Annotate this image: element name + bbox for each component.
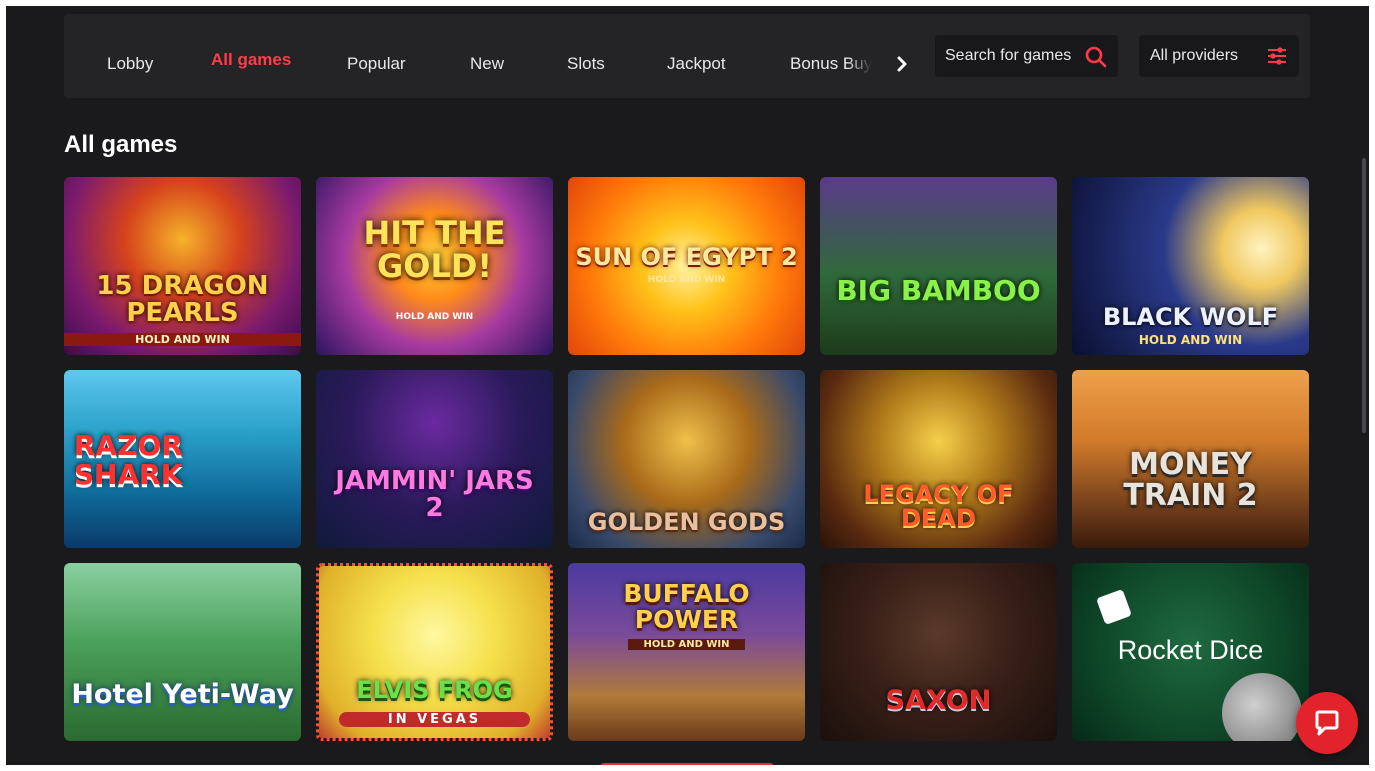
- game-tile-elvis-frog[interactable]: ELVIS FROG IN VEGAS: [316, 563, 553, 741]
- search-input[interactable]: [945, 45, 1085, 67]
- filter-sliders-icon: [1266, 45, 1288, 72]
- section-title: All games: [64, 131, 178, 158]
- game-tile-hotel-yeti-way[interactable]: Hotel Yeti-Way: [64, 563, 301, 741]
- tab-popular[interactable]: Popular: [347, 54, 406, 74]
- tab-all-games[interactable]: All games: [211, 50, 291, 70]
- chat-button[interactable]: [1296, 692, 1358, 754]
- game-tile-big-bamboo[interactable]: BIG BAMBOO: [820, 177, 1057, 355]
- game-tile-rocket-dice[interactable]: Rocket Dice: [1072, 563, 1309, 741]
- casino-screen: Lobby All games Popular New Slots Jackpo…: [6, 6, 1369, 765]
- search-icon[interactable]: [1084, 45, 1108, 74]
- search-box[interactable]: [935, 35, 1118, 77]
- providers-filter[interactable]: All providers: [1139, 35, 1299, 77]
- tab-new[interactable]: New: [470, 54, 504, 74]
- tab-slots[interactable]: Slots: [567, 54, 605, 74]
- tab-lobby[interactable]: Lobby: [107, 54, 153, 74]
- game-tile-15-dragon-pearls[interactable]: 15 DRAGON PEARLS HOLD AND WIN: [64, 177, 301, 355]
- game-tile-money-train-2[interactable]: MONEY TRAIN 2: [1072, 370, 1309, 548]
- load-more-button[interactable]: [600, 763, 774, 765]
- game-tile-black-wolf[interactable]: BLACK WOLF HOLD AND WIN: [1072, 177, 1309, 355]
- game-tile-sun-of-egypt-2[interactable]: SUN OF EGYPT 2 HOLD AND WIN: [568, 177, 805, 355]
- chevron-right-icon[interactable]: [892, 50, 912, 78]
- chat-bubble-icon: [1312, 708, 1342, 743]
- scrollbar[interactable]: [1362, 158, 1366, 433]
- game-tile-golden-gods[interactable]: GOLDEN GODS: [568, 370, 805, 548]
- game-tile-razor-shark[interactable]: RAZOR SHARK: [64, 370, 301, 548]
- providers-label: All providers: [1150, 47, 1239, 64]
- game-tile-jammin-jars-2[interactable]: JAMMIN' JARS 2: [316, 370, 553, 548]
- game-tile-saxon[interactable]: SAXON: [820, 563, 1057, 741]
- tab-bonus-buy[interactable]: Bonus Buy: [790, 54, 872, 74]
- tab-jackpot[interactable]: Jackpot: [667, 54, 726, 74]
- game-tile-buffalo-power[interactable]: BUFFALO POWER HOLD AND WIN: [568, 563, 805, 741]
- game-tile-legacy-of-dead[interactable]: LEGACY OF DEAD: [820, 370, 1057, 548]
- game-tile-hit-the-gold[interactable]: HIT THE GOLD! HOLD AND WIN: [316, 177, 553, 355]
- category-navbar: Lobby All games Popular New Slots Jackpo…: [64, 14, 1310, 98]
